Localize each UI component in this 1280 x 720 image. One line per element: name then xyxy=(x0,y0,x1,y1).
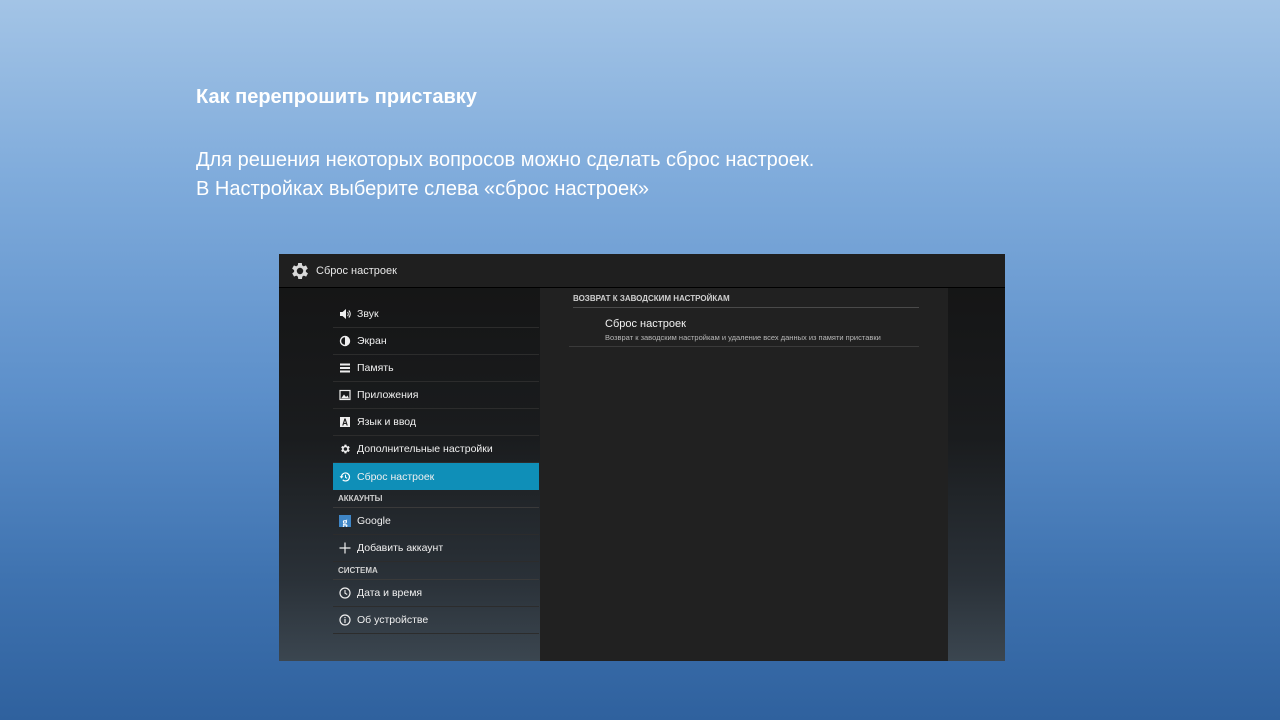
settings-sidebar: Звук Экран Память Приложения Язык и ввод… xyxy=(333,301,539,634)
factory-reset-preference[interactable]: Сброс настроек Возврат к заводским настр… xyxy=(569,316,919,347)
sidebar-item-label: Экран xyxy=(357,335,387,347)
info-icon xyxy=(338,613,352,627)
sidebar-item-label: Добавить аккаунт xyxy=(357,542,444,554)
google-icon: g xyxy=(338,514,352,528)
slide-instructions: Для решения некоторых вопросов можно сде… xyxy=(196,146,814,204)
sidebar-item-date-time[interactable]: Дата и время xyxy=(333,580,539,607)
sidebar-item-factory-reset[interactable]: Сброс настроек xyxy=(333,463,539,490)
sidebar-item-label: Приложения xyxy=(357,389,419,401)
sidebar-item-about[interactable]: Об устройстве xyxy=(333,607,539,634)
plus-icon xyxy=(338,541,352,555)
sidebar-item-label: Сброс настроек xyxy=(357,470,435,483)
restore-icon xyxy=(338,470,352,484)
clock-icon xyxy=(338,586,352,600)
sidebar-item-storage[interactable]: Память xyxy=(333,355,539,382)
language-icon xyxy=(338,415,352,429)
preference-title: Сброс настроек xyxy=(605,318,686,330)
svg-text:g: g xyxy=(343,517,348,527)
sidebar-item-display[interactable]: Экран xyxy=(333,328,539,355)
section-header-factory-reset: ВОЗВРАТ К ЗАВОДСКИМ НАСТРОЙКАМ xyxy=(573,294,919,308)
sidebar-item-add-account[interactable]: Добавить аккаунт xyxy=(333,535,539,562)
sidebar-item-label: Дата и время xyxy=(357,587,423,599)
speaker-icon xyxy=(338,307,352,321)
settings-screenshot: Сброс настроек Звук Экран Память Приложе… xyxy=(279,254,1005,661)
brightness-icon xyxy=(338,334,352,348)
sidebar-item-label: Дополнительные настройки xyxy=(357,443,493,455)
settings-detail-panel: ВОЗВРАТ К ЗАВОДСКИМ НАСТРОЙКАМ Сброс нас… xyxy=(540,288,948,661)
action-bar: Сброс настроек xyxy=(279,254,1005,288)
section-header-system: СИСТЕМА xyxy=(333,562,539,580)
gear-icon[interactable] xyxy=(287,258,313,284)
instruction-line-1: Для решения некоторых вопросов можно сде… xyxy=(196,149,815,171)
sidebar-item-label: Google xyxy=(357,515,391,527)
action-bar-title: Сброс настроек xyxy=(316,264,397,277)
apps-icon xyxy=(338,388,352,402)
sidebar-item-label: Об устройстве xyxy=(357,614,429,626)
sidebar-item-label: Звук xyxy=(357,308,379,320)
storage-icon xyxy=(338,361,352,375)
sidebar-item-language[interactable]: Язык и ввод xyxy=(333,409,539,436)
gear-icon xyxy=(338,442,352,456)
slide-title: Как перепрошить приставку xyxy=(196,86,477,108)
sidebar-item-label: Память xyxy=(357,362,394,374)
sidebar-item-google[interactable]: g Google xyxy=(333,508,539,535)
sidebar-item-label: Язык и ввод xyxy=(357,416,417,428)
instruction-line-2: В Настройках выберите слева «сброс настр… xyxy=(196,178,649,200)
sidebar-item-apps[interactable]: Приложения xyxy=(333,382,539,409)
section-header-accounts: АККАУНТЫ xyxy=(333,490,539,508)
sidebar-item-sound[interactable]: Звук xyxy=(333,301,539,328)
sidebar-item-advanced[interactable]: Дополнительные настройки xyxy=(333,436,539,463)
preference-summary: Возврат к заводским настройкам и удалени… xyxy=(605,333,881,342)
